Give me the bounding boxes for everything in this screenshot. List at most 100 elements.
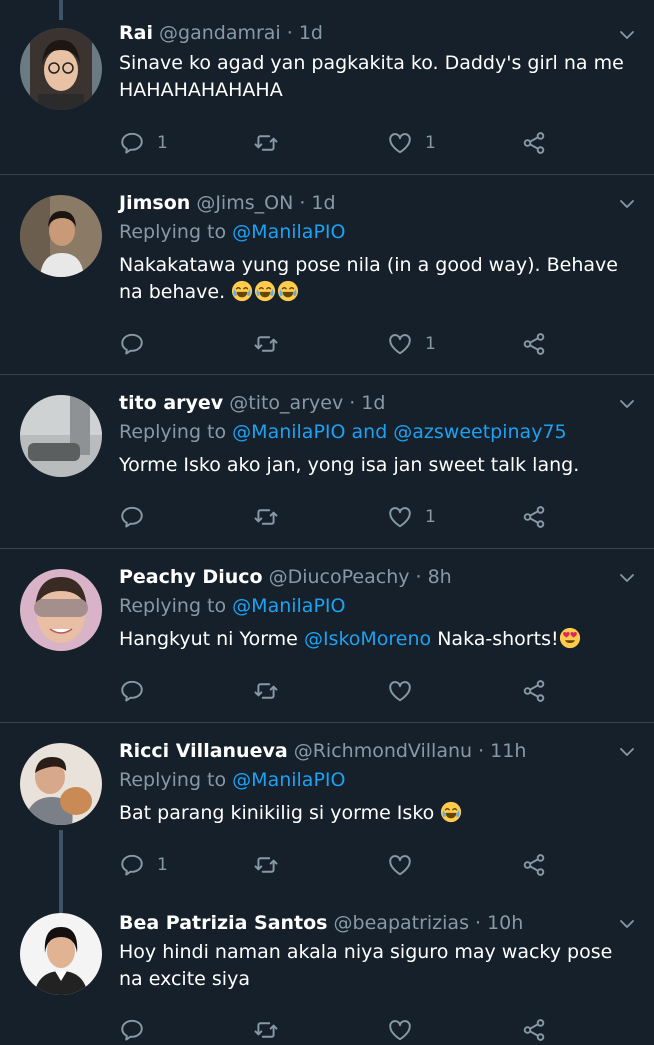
reply-icon bbox=[119, 331, 145, 357]
tweet-text: Yorme Isko ako jan, yong isa jan sweet t… bbox=[119, 454, 580, 476]
replying-to-label: Replying to bbox=[119, 595, 227, 617]
reply-button[interactable] bbox=[119, 676, 145, 706]
reply-button[interactable]: 1 bbox=[119, 850, 168, 880]
chevron-down-icon[interactable] bbox=[618, 26, 636, 44]
retweet-button[interactable] bbox=[253, 850, 279, 880]
tears-of-joy-emoji-icon bbox=[277, 280, 299, 302]
retweet-button[interactable] bbox=[253, 128, 279, 158]
mention-link[interactable]: @IskoMoreno bbox=[304, 628, 431, 650]
like-button[interactable]: 1 bbox=[387, 329, 436, 359]
tweet-peachy-diuco[interactable]: Peachy Diuco @DiucoPeachy · 8h Replying … bbox=[0, 549, 654, 723]
reply-button[interactable] bbox=[119, 1015, 145, 1045]
share-button[interactable] bbox=[521, 128, 547, 158]
replying-to: Replying to @ManilaPIO bbox=[119, 595, 345, 617]
handle-time[interactable]: @beapatrizias · 10h bbox=[334, 912, 524, 934]
tweet-rai[interactable]: Rai @gandamrai · 1d Sinave ko agad yan p… bbox=[0, 0, 654, 175]
avatar[interactable] bbox=[20, 743, 102, 825]
replying-to: Replying to @ManilaPIO bbox=[119, 769, 345, 791]
retweet-button[interactable] bbox=[253, 329, 279, 359]
like-button[interactable] bbox=[387, 1015, 413, 1045]
chevron-down-icon[interactable] bbox=[618, 915, 636, 933]
tweet-header: tito aryev @tito_aryev · 1d bbox=[119, 392, 385, 414]
display-name[interactable]: tito aryev bbox=[119, 392, 223, 414]
like-button[interactable] bbox=[387, 850, 413, 880]
like-button[interactable] bbox=[387, 676, 413, 706]
chevron-down-icon[interactable] bbox=[618, 743, 636, 761]
retweet-icon bbox=[253, 852, 279, 878]
tears-of-joy-emoji-icon bbox=[254, 280, 276, 302]
display-name[interactable]: Ricci Villanueva bbox=[119, 740, 288, 762]
like-count: 1 bbox=[425, 334, 436, 354]
avatar[interactable] bbox=[20, 395, 102, 477]
share-icon bbox=[521, 504, 547, 530]
retweet-button[interactable] bbox=[253, 676, 279, 706]
tweet-text: Sinave ko agad yan pagkakita ko. Daddy's… bbox=[119, 52, 624, 101]
tears-of-joy-emoji-icon bbox=[440, 801, 462, 823]
like-count: 1 bbox=[425, 507, 436, 527]
replying-to-label: Replying to bbox=[119, 221, 227, 243]
tweet-tito-aryev[interactable]: tito aryev @tito_aryev · 1d Replying to … bbox=[0, 375, 654, 549]
tweet-text-content: Nakakatawa yung pose nila (in a good way… bbox=[119, 254, 618, 303]
reply-icon bbox=[119, 678, 145, 704]
share-button[interactable] bbox=[521, 1015, 547, 1045]
tweet-header: Peachy Diuco @DiucoPeachy · 8h bbox=[119, 566, 452, 588]
chevron-down-icon[interactable] bbox=[618, 395, 636, 413]
tweet-bea-patrizia-santos[interactable]: Bea Patrizia Santos @beapatrizias · 10h … bbox=[0, 893, 654, 1024]
mention-link[interactable]: @ManilaPIO bbox=[232, 769, 345, 791]
retweet-button[interactable] bbox=[253, 502, 279, 532]
avatar[interactable] bbox=[20, 195, 102, 277]
replying-to: Replying to @ManilaPIO bbox=[119, 221, 345, 243]
tweet-actions: 1 bbox=[119, 502, 549, 532]
retweet-icon bbox=[253, 1017, 279, 1043]
mention-link[interactable]: @ManilaPIO bbox=[232, 221, 345, 243]
like-button[interactable]: 1 bbox=[387, 502, 436, 532]
mention-link[interactable]: @ManilaPIO bbox=[232, 595, 345, 617]
share-button[interactable] bbox=[521, 502, 547, 532]
reply-count: 1 bbox=[157, 855, 168, 875]
handle-time[interactable]: @gandamrai · 1d bbox=[159, 22, 323, 44]
replying-to-label: Replying to bbox=[119, 421, 227, 443]
retweet-button[interactable] bbox=[253, 1015, 279, 1045]
reply-button[interactable]: 1 bbox=[119, 128, 168, 158]
avatar[interactable] bbox=[20, 913, 102, 995]
mention-link[interactable]: @ManilaPIO and @azsweetpinay75 bbox=[232, 421, 566, 443]
share-icon bbox=[521, 130, 547, 156]
avatar[interactable] bbox=[20, 28, 102, 110]
heart-icon bbox=[387, 852, 413, 878]
reply-button[interactable] bbox=[119, 502, 145, 532]
tweet-text: Hangkyut ni Yorme @IskoMoreno Naka-short… bbox=[119, 626, 629, 653]
avatar[interactable] bbox=[20, 569, 102, 651]
tweet-header: Rai @gandamrai · 1d bbox=[119, 22, 323, 44]
share-button[interactable] bbox=[521, 329, 547, 359]
reply-icon bbox=[119, 130, 145, 156]
display-name[interactable]: Rai bbox=[119, 22, 153, 44]
handle-time[interactable]: @tito_aryev · 1d bbox=[229, 392, 385, 414]
share-icon bbox=[521, 331, 547, 357]
tweet-text: Nakakatawa yung pose nila (in a good way… bbox=[119, 252, 629, 306]
replying-to-label: Replying to bbox=[119, 769, 227, 791]
chevron-down-icon[interactable] bbox=[618, 569, 636, 587]
chevron-down-icon[interactable] bbox=[618, 195, 636, 213]
tweet-actions: 1 bbox=[119, 329, 549, 359]
tweet-header: Bea Patrizia Santos @beapatrizias · 10h bbox=[119, 912, 523, 934]
retweet-icon bbox=[253, 331, 279, 357]
share-button[interactable] bbox=[521, 676, 547, 706]
like-button[interactable]: 1 bbox=[387, 128, 436, 158]
tears-of-joy-emoji-icon bbox=[231, 280, 253, 302]
share-button[interactable] bbox=[521, 850, 547, 880]
tweet-text-content: Bat parang kinikilig si yorme Isko bbox=[119, 802, 435, 824]
reply-button[interactable] bbox=[119, 329, 145, 359]
reply-icon bbox=[119, 1017, 145, 1043]
share-icon bbox=[521, 1017, 547, 1043]
handle-time[interactable]: @DiucoPeachy · 8h bbox=[269, 566, 452, 588]
tweet-ricci-villanueva[interactable]: Ricci Villanueva @RichmondVillanu · 11h … bbox=[0, 723, 654, 893]
tweet-header: Jimson @Jims_ON · 1d bbox=[119, 192, 336, 214]
display-name[interactable]: Bea Patrizia Santos bbox=[119, 912, 328, 934]
reply-count: 1 bbox=[157, 133, 168, 153]
tweet-jimson[interactable]: Jimson @Jims_ON · 1d Replying to @Manila… bbox=[0, 175, 654, 375]
display-name[interactable]: Jimson bbox=[119, 192, 190, 214]
handle-time[interactable]: @RichmondVillanu · 11h bbox=[294, 740, 527, 762]
display-name[interactable]: Peachy Diuco bbox=[119, 566, 263, 588]
share-icon bbox=[521, 852, 547, 878]
handle-time[interactable]: @Jims_ON · 1d bbox=[196, 192, 335, 214]
